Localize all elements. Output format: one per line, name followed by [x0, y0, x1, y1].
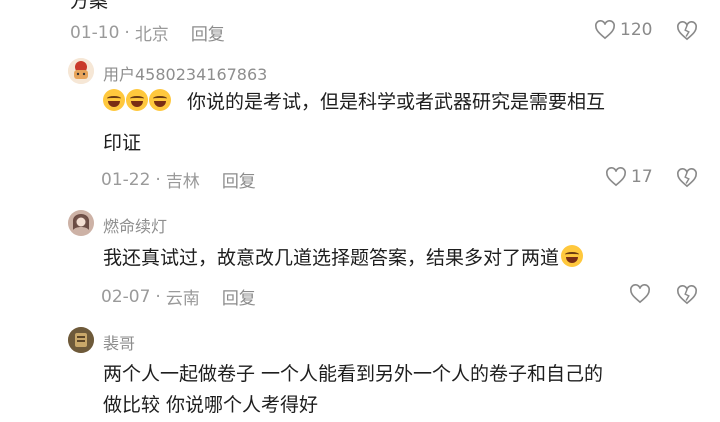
- comment-username[interactable]: 燃命续灯: [103, 213, 167, 237]
- comment-date: 02-07: [101, 286, 151, 307]
- heart-outline-icon: [594, 20, 616, 40]
- laughing-tears-emoji: [126, 89, 148, 111]
- heart-outline-icon: [605, 167, 627, 187]
- like-count: 120: [620, 20, 653, 40]
- comment-location: 吉林: [165, 172, 200, 192]
- laughing-tears-emoji: [149, 89, 171, 111]
- like-count: 17: [631, 167, 653, 187]
- grinning-emoji: [561, 245, 584, 267]
- avatar[interactable]: [68, 210, 94, 236]
- comment-location: 北京: [134, 25, 169, 45]
- comment-text: 我还真试过，故意改几道选择题答案，结果多对了两道: [103, 242, 584, 275]
- comment-date: 01-10: [70, 22, 120, 43]
- reply-button[interactable]: 回复: [222, 284, 256, 309]
- like-button[interactable]: 17: [605, 167, 653, 187]
- comment-username[interactable]: 用户4580234167863: [103, 61, 267, 85]
- broken-heart-icon[interactable]: [676, 285, 698, 309]
- broken-heart-icon[interactable]: [676, 168, 698, 192]
- comment-text-line: 你说的是考试，但是科学或者武器研究是需要相互: [187, 91, 606, 113]
- comment-meta: 01-10 · 北京 回复: [70, 20, 225, 46]
- comment-meta: 01-22 · 吉林 回复: [101, 167, 256, 193]
- comment-text-line: 做比较 你说哪个人考得好: [103, 394, 319, 416]
- comment-meta: 02-07 · 云南 回复: [101, 284, 256, 310]
- reply-button[interactable]: 回复: [222, 167, 256, 192]
- comment-date: 01-22: [101, 169, 151, 190]
- laughing-tears-emoji: [103, 89, 125, 111]
- reply-button[interactable]: 回复: [191, 20, 225, 45]
- heart-outline-icon: [629, 284, 651, 304]
- comment-location: 云南: [165, 289, 200, 309]
- cut-off-comment-text: 方案: [70, 0, 109, 12]
- avatar[interactable]: [68, 327, 94, 353]
- avatar[interactable]: [68, 58, 94, 84]
- like-button[interactable]: [629, 284, 655, 304]
- comment-text-line: 我还真试过，故意改几道选择题答案，结果多对了两道: [103, 247, 560, 269]
- comment-text-line: 两个人一起做卷子 一个人能看到另外一个人的卷子和自己的: [103, 363, 604, 385]
- like-button[interactable]: 120: [594, 20, 652, 40]
- broken-heart-icon[interactable]: [676, 21, 698, 45]
- comment-text: 你说的是考试，但是科学或者武器研究是需要相互: [103, 86, 605, 119]
- comment-username[interactable]: 裴哥: [103, 330, 135, 354]
- comment-text-line: 印证: [103, 132, 142, 154]
